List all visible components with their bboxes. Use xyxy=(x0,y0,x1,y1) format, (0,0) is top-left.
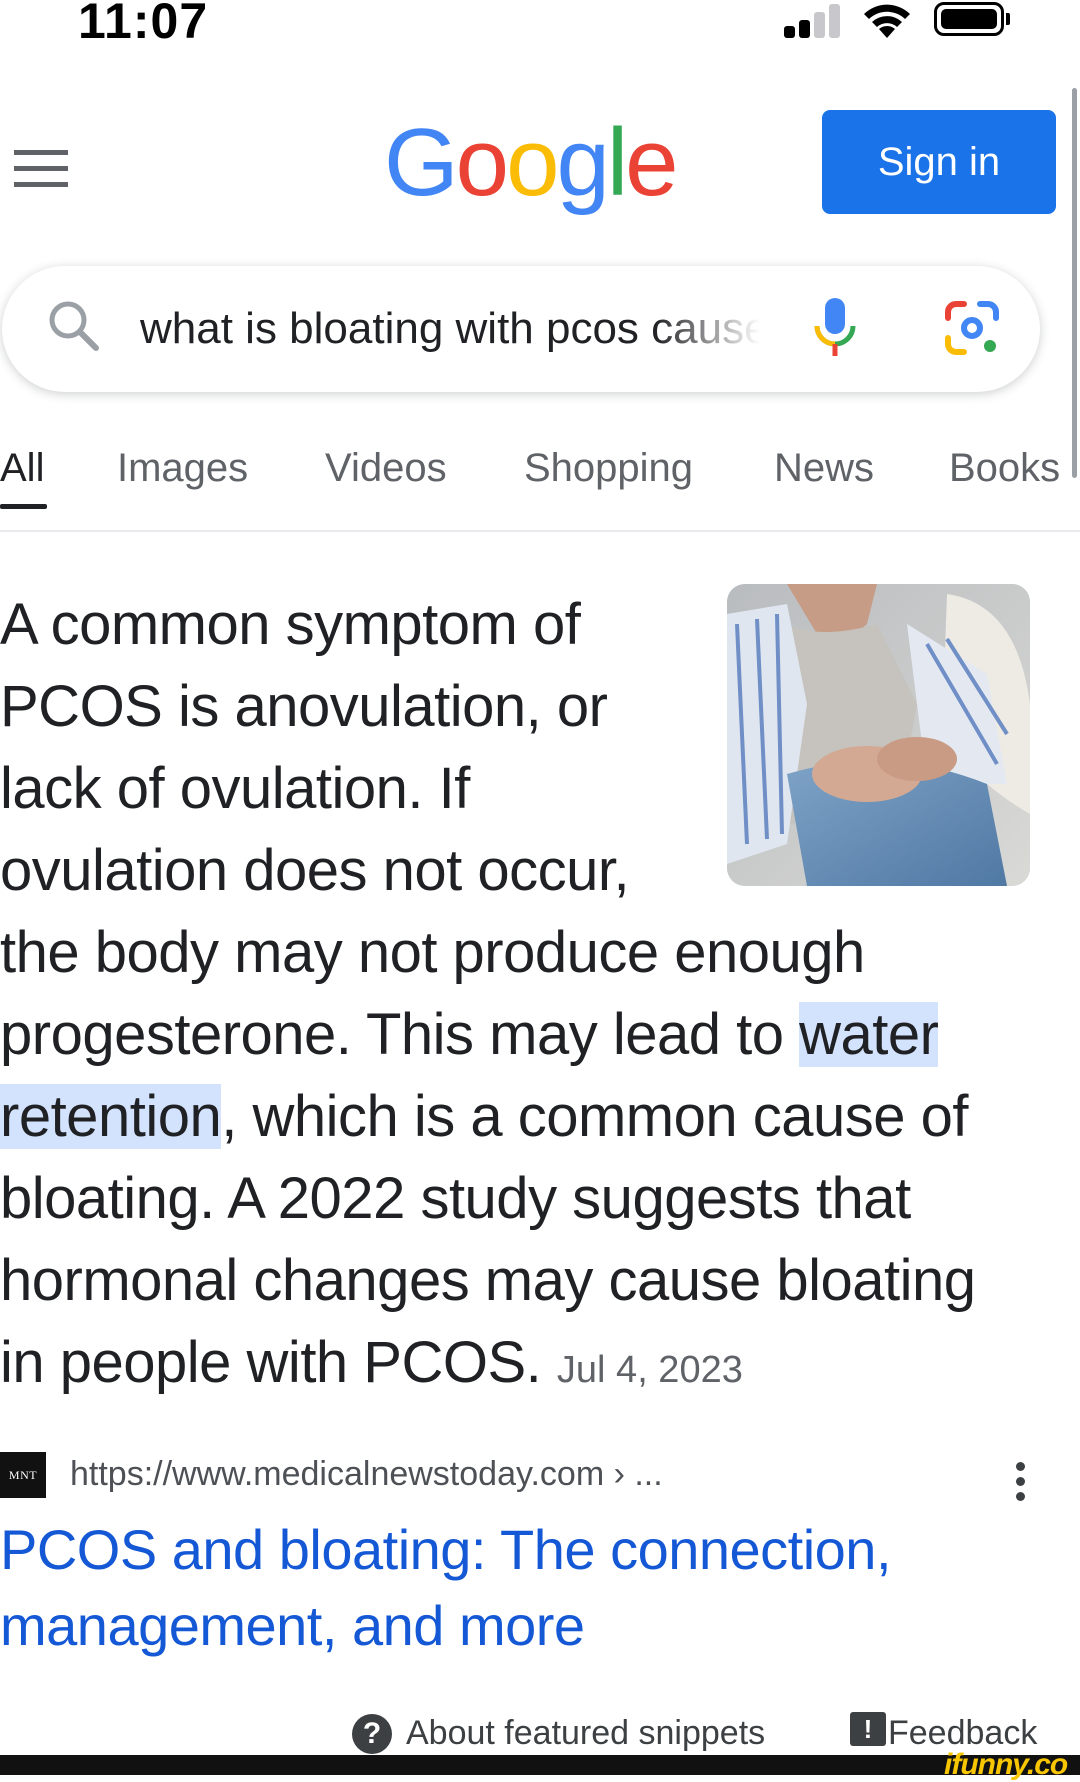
featured-snippet: A common symptom of PCOS is anovulation,… xyxy=(0,584,1030,1411)
snippet-image[interactable] xyxy=(727,584,1030,886)
bottom-bar xyxy=(0,1755,1080,1775)
menu-icon[interactable] xyxy=(14,150,68,188)
logo-letter: G xyxy=(384,109,459,216)
tab-shopping[interactable]: Shopping xyxy=(524,446,693,491)
watermark: ifunny.co xyxy=(944,1748,1068,1781)
battery-nub xyxy=(1006,13,1010,25)
site-logo[interactable]: MNT xyxy=(0,1452,46,1498)
logo-letter: o xyxy=(506,109,559,216)
cellular-signal-icon xyxy=(784,4,842,38)
scrollbar[interactable] xyxy=(1072,88,1077,478)
logo-letter: o xyxy=(455,109,509,216)
logo-letter: e xyxy=(625,109,678,216)
tab-images[interactable]: Images xyxy=(117,446,248,491)
status-time: 11:07 xyxy=(78,0,209,49)
about-featured-snippets-link[interactable]: About featured snippets xyxy=(406,1714,765,1753)
snippet-date: Jul 4, 2023 xyxy=(556,1349,743,1391)
logo-letter: l xyxy=(606,109,628,216)
google-logo[interactable]: Google xyxy=(384,108,679,218)
divider xyxy=(0,530,1080,532)
feedback-icon[interactable]: ! xyxy=(850,1712,886,1746)
search-icon[interactable] xyxy=(44,296,104,356)
result-url[interactable]: https://www.medicalnewstoday.com › ... xyxy=(70,1455,663,1494)
google-lens-icon[interactable] xyxy=(944,300,1000,356)
search-input[interactable]: what is bloating with pcos cause xyxy=(140,304,760,354)
search-bar[interactable]: what is bloating with pcos cause xyxy=(2,266,1040,392)
battery-icon xyxy=(934,2,1004,36)
active-tab-indicator xyxy=(0,504,47,509)
sign-in-button[interactable]: Sign in xyxy=(822,110,1056,214)
logo-letter: g xyxy=(556,109,609,216)
tab-news[interactable]: News xyxy=(774,446,874,491)
more-options-icon[interactable] xyxy=(1014,1462,1026,1502)
result-title-link[interactable]: PCOS and bloating: The connection, manag… xyxy=(0,1512,1050,1664)
tab-all[interactable]: All xyxy=(0,446,44,491)
tab-videos[interactable]: Videos xyxy=(325,446,447,491)
help-icon[interactable]: ? xyxy=(352,1714,392,1754)
search-tabs: All Images Videos Shopping News Books xyxy=(0,436,1080,516)
microphone-icon[interactable] xyxy=(810,296,860,362)
wifi-icon xyxy=(864,4,910,38)
tab-books[interactable]: Books xyxy=(949,446,1060,491)
